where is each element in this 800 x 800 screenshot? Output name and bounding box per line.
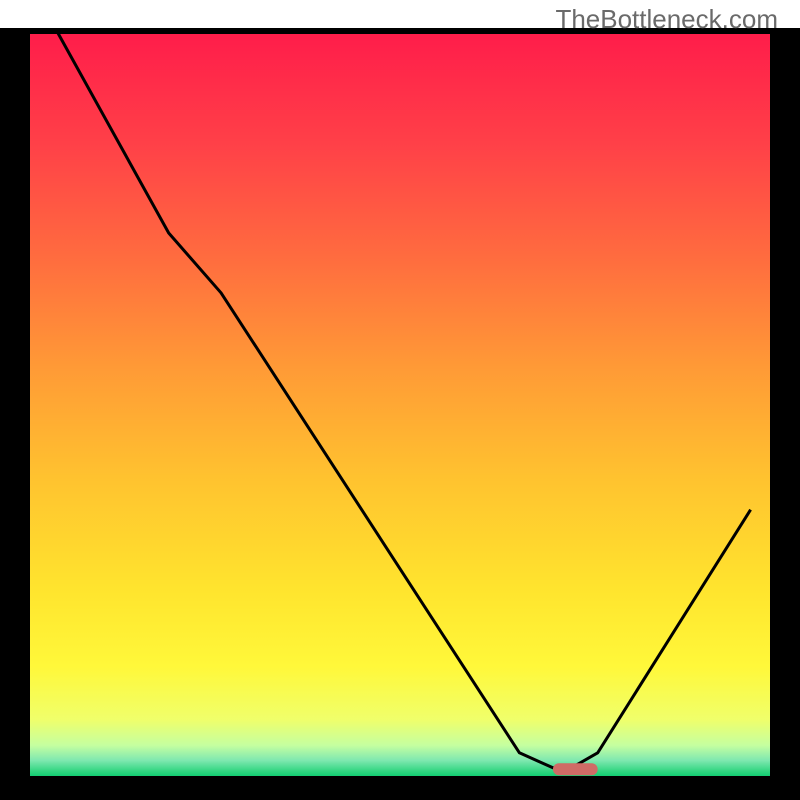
outer-border-bottom: [0, 779, 800, 800]
optimal-marker: [553, 763, 598, 775]
outer-border-left: [0, 28, 27, 800]
chart-background: [27, 31, 773, 779]
bottleneck-chart: [0, 0, 800, 800]
outer-border-right: [773, 28, 800, 800]
watermark-text: TheBottleneck.com: [555, 4, 778, 35]
chart-container: TheBottleneck.com: [0, 0, 800, 800]
